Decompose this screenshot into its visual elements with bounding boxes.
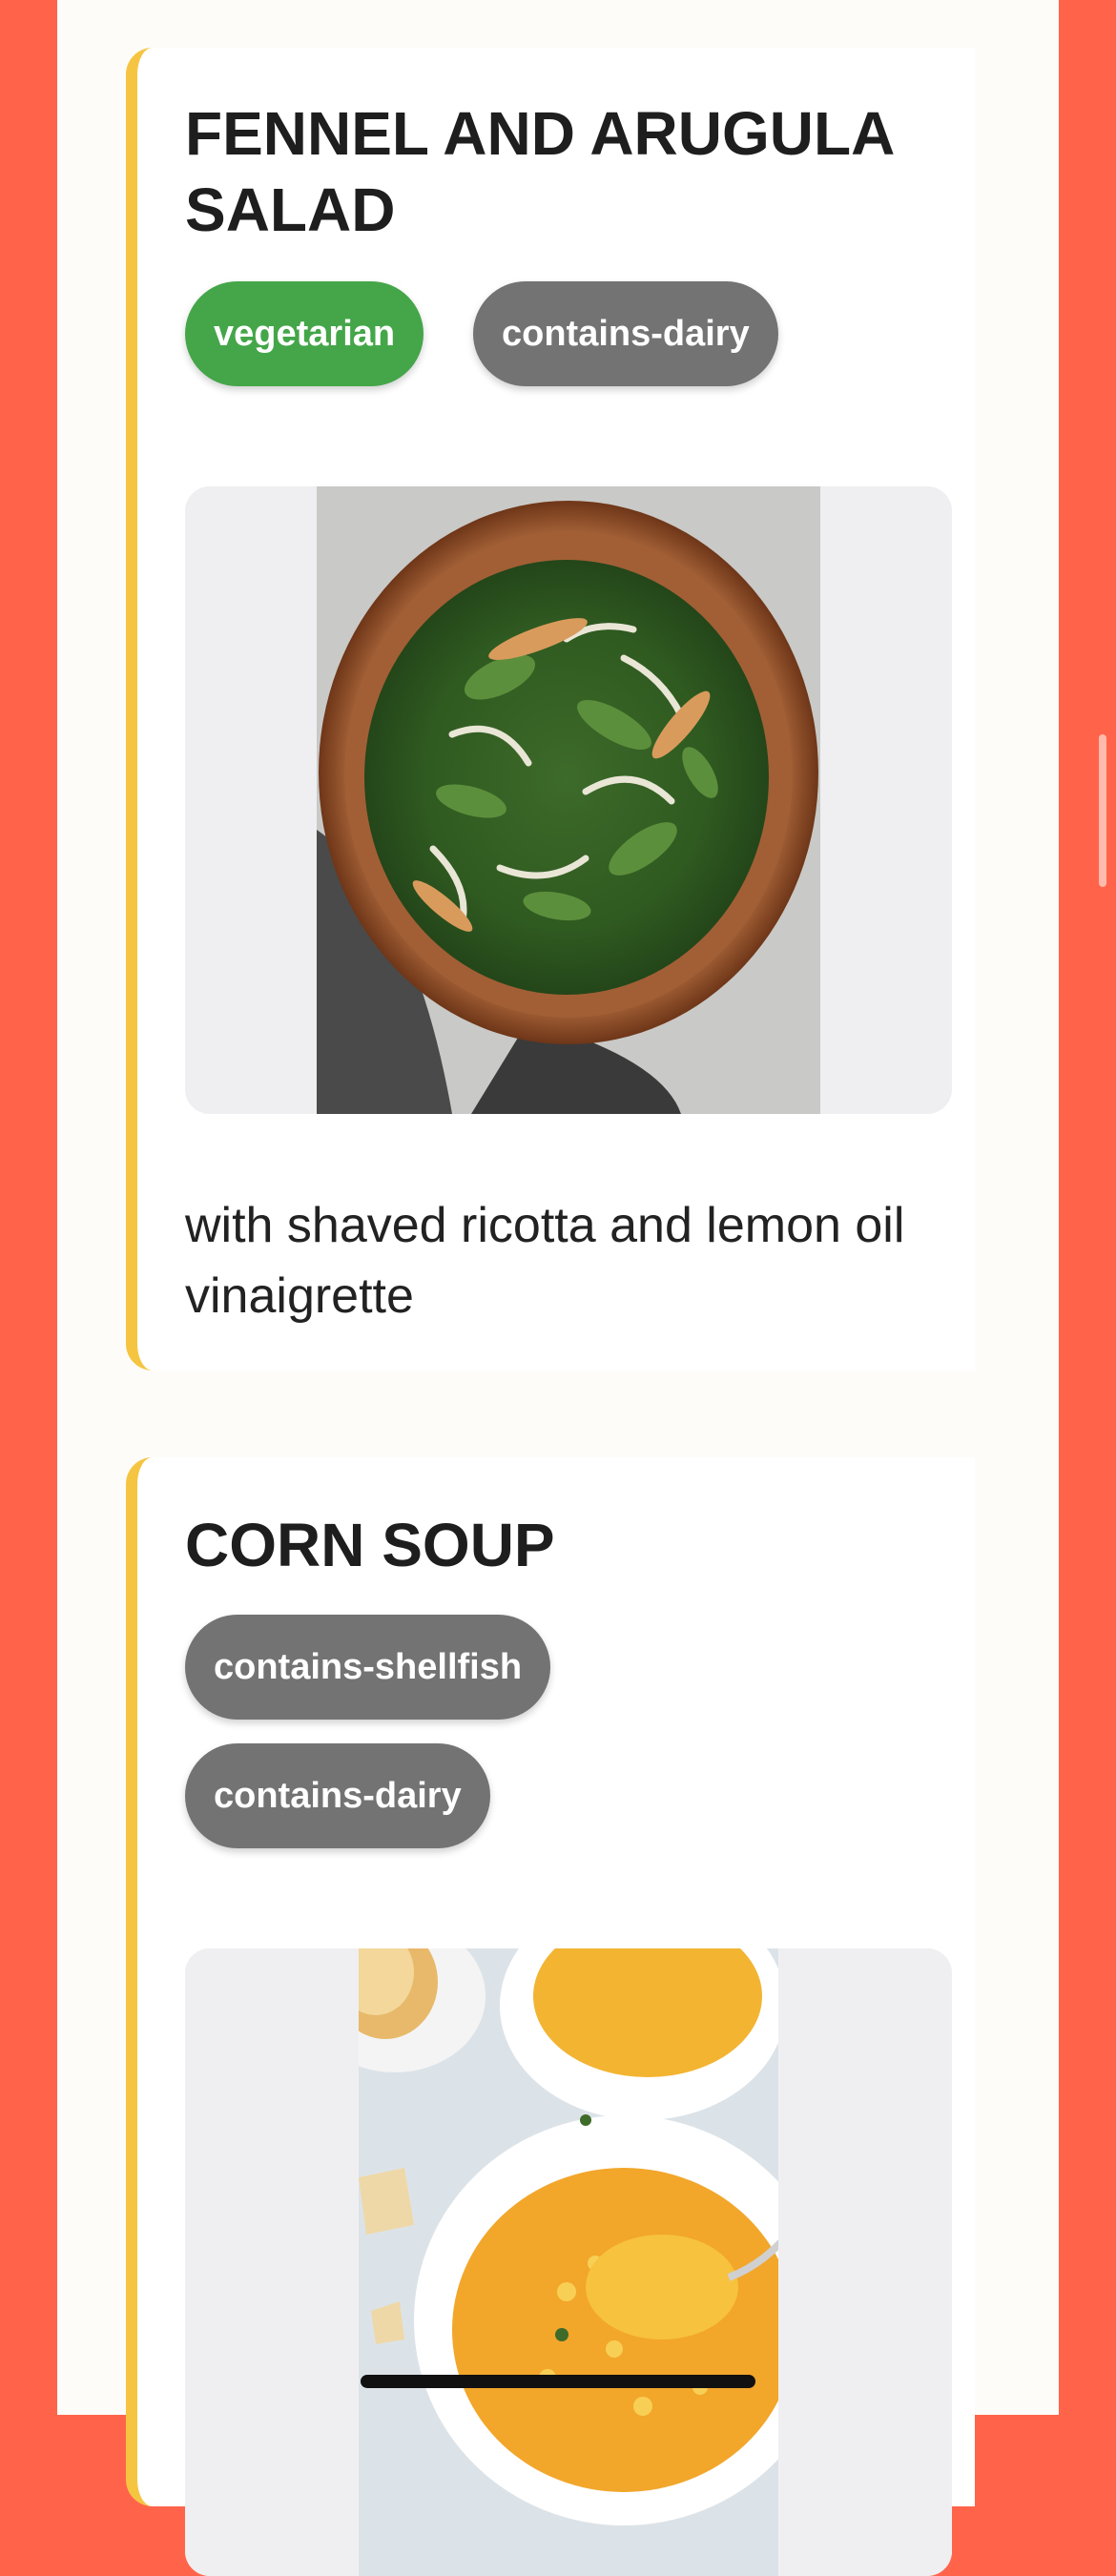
- tag-contains-dairy[interactable]: contains-dairy: [473, 281, 778, 386]
- recipe-image-frame: [185, 1948, 952, 2576]
- recipe-title: CORN SOUP: [185, 1511, 555, 1579]
- recipe-list: FENNEL AND ARUGULA SALAD vegetarian cont…: [57, 0, 1059, 2576]
- tag-contains-shellfish[interactable]: contains-shellfish: [185, 1615, 551, 1720]
- scroll-indicator[interactable]: [1099, 734, 1106, 887]
- home-indicator[interactable]: [361, 2375, 755, 2388]
- recipe-card[interactable]: FENNEL AND ARUGULA SALAD vegetarian cont…: [126, 48, 975, 1370]
- recipe-card[interactable]: CORN SOUP contains-shellfish contains-da…: [126, 1457, 975, 2576]
- tag-contains-dairy[interactable]: contains-dairy: [185, 1743, 490, 1848]
- corn-soup-image: [185, 1948, 952, 2576]
- salad-bowl-image: [185, 486, 952, 1114]
- recipe-description: with shaved ricotta and lemon oil vinaig…: [185, 1198, 905, 1324]
- tag-vegetarian[interactable]: vegetarian: [185, 281, 424, 386]
- recipe-image-frame: [185, 486, 952, 1114]
- recipe-title: FENNEL AND ARUGULA SALAD: [185, 99, 893, 244]
